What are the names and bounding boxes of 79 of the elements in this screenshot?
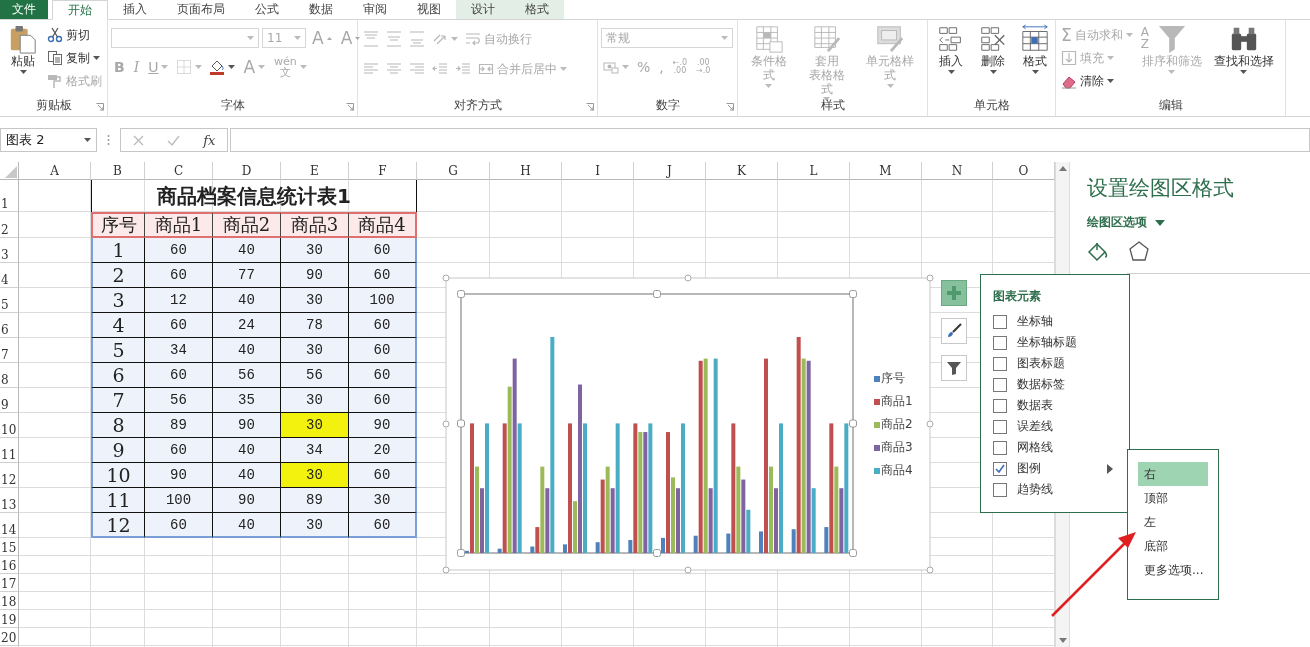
table-cell: 30 [281, 413, 349, 438]
table-cell: 3 [91, 288, 145, 313]
table-cell: 100 [349, 288, 417, 313]
table-cell: 56 [281, 363, 349, 388]
table-cell: 78 [281, 313, 349, 338]
table-cell: 30 [281, 388, 349, 413]
table-cell: 89 [145, 413, 213, 438]
table-cell: 10 [91, 463, 145, 488]
table-cell: 30 [349, 488, 417, 513]
table-cell: 40 [213, 238, 281, 263]
table-cell: 2 [91, 263, 145, 288]
table-cell: 6 [91, 363, 145, 388]
column-header: 序号 [91, 212, 145, 238]
table-cell: 4 [91, 313, 145, 338]
table-cell: 40 [213, 463, 281, 488]
table-cell: 30 [281, 338, 349, 363]
legend-label: 商品4 [881, 462, 913, 479]
table-cell: 60 [349, 463, 417, 488]
table-cell: 60 [145, 513, 213, 538]
group-label: 样式 [820, 96, 845, 114]
table-cell: 40 [213, 513, 281, 538]
group-label: 单元格 [973, 96, 1010, 114]
table-cell: 20 [349, 438, 417, 463]
table-cell: 77 [213, 263, 281, 288]
table-cell: 5 [91, 338, 145, 363]
column-header: 商品2 [213, 212, 281, 238]
table-cell: 9 [91, 438, 145, 463]
table-cell: 60 [145, 363, 213, 388]
table-cell: 30 [281, 238, 349, 263]
pane-title: 设置绘图区格式 [1087, 175, 1234, 202]
legend-label: 商品2 [881, 416, 913, 433]
table-cell: 89 [281, 488, 349, 513]
table-cell: 60 [349, 238, 417, 263]
group-label: 对齐方式 [453, 96, 502, 114]
column-header: 商品3 [281, 212, 349, 238]
group-label: 编辑 [1158, 96, 1183, 114]
table-cell: 60 [145, 313, 213, 338]
table-cell: 90 [281, 263, 349, 288]
table-cell: 40 [213, 288, 281, 313]
table-cell: 35 [213, 388, 281, 413]
table-cell: 60 [349, 338, 417, 363]
table-cell: 90 [349, 413, 417, 438]
table-cell: 56 [213, 363, 281, 388]
table-cell: 34 [145, 338, 213, 363]
table-cell: 30 [281, 513, 349, 538]
table-cell: 8 [91, 413, 145, 438]
column-header: 商品4 [349, 212, 417, 238]
menu-title: 图表元素 [993, 288, 1042, 305]
table-cell: 60 [349, 263, 417, 288]
legend-label: 序号 [881, 370, 905, 387]
table-cell: 60 [349, 313, 417, 338]
group-label: 字体 [220, 96, 245, 114]
table-cell: 100 [145, 488, 213, 513]
table-cell: 90 [213, 488, 281, 513]
table-cell: 60 [349, 513, 417, 538]
legend-label: 商品1 [881, 393, 913, 410]
table-cell: 1 [91, 238, 145, 263]
column-header: 商品1 [145, 212, 213, 238]
group-label: 数字 [655, 96, 680, 114]
table-cell: 90 [213, 413, 281, 438]
table-cell: 12 [145, 288, 213, 313]
table-cell: 40 [213, 338, 281, 363]
group-label: 剪贴板 [35, 96, 72, 114]
legend-label: 商品3 [881, 439, 913, 456]
table-cell: 60 [145, 438, 213, 463]
table-cell: 60 [145, 238, 213, 263]
table-cell: 60 [349, 388, 417, 413]
table-cell: 30 [281, 463, 349, 488]
table-cell: 7 [91, 388, 145, 413]
table-cell: 34 [281, 438, 349, 463]
table-cell: 12 [91, 513, 145, 538]
table-cell: 60 [349, 363, 417, 388]
table-cell: 60 [145, 263, 213, 288]
table-cell: 24 [213, 313, 281, 338]
table-cell: 40 [213, 438, 281, 463]
table-cell: 90 [145, 463, 213, 488]
table-cell: 30 [281, 288, 349, 313]
table-cell: 56 [145, 388, 213, 413]
table-cell: 11 [91, 488, 145, 513]
